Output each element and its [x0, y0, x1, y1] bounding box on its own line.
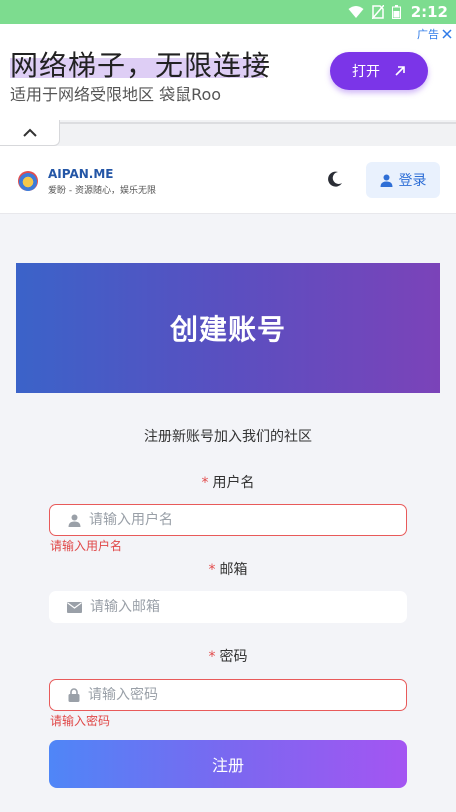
form-subtitle: 注册新账号加入我们的社区	[144, 429, 312, 445]
login-label: 登录	[398, 173, 427, 189]
wifi-icon	[348, 6, 364, 18]
collapse-ad-button[interactable]	[0, 120, 60, 146]
site-header: AIPAN.ME 爱盼 - 资源随心，娱乐无限 登录	[0, 146, 456, 214]
battery-icon	[391, 5, 401, 19]
username-input[interactable]	[89, 512, 369, 528]
envelope-icon	[67, 601, 82, 613]
email-label: * 邮箱	[0, 559, 456, 579]
ad-collapse-bar	[0, 120, 456, 146]
register-button[interactable]: 注册	[49, 740, 407, 788]
username-label: * 用户名	[0, 472, 456, 492]
required-mark: *	[201, 475, 209, 491]
status-time: 2:12	[410, 3, 448, 21]
status-icons: 2:12	[348, 3, 448, 21]
no-sim-icon	[371, 5, 384, 19]
email-input[interactable]	[90, 599, 370, 615]
password-error: 请输入密码	[50, 714, 111, 728]
password-label-text: 密码	[219, 649, 248, 665]
chevron-up-icon	[22, 128, 37, 137]
password-label: * 密码	[0, 646, 456, 666]
ad-subtitle: 适用于网络受限地区 袋鼠Roo	[10, 85, 222, 104]
ad-title: 网络梯子，无限连接	[10, 49, 272, 82]
required-mark: *	[208, 649, 216, 665]
login-button[interactable]: 登录	[366, 162, 440, 198]
username-label-text: 用户名	[212, 475, 255, 491]
required-mark: *	[208, 562, 216, 578]
hero-banner: 创建账号	[16, 263, 440, 393]
ad-badge[interactable]: 广告	[417, 26, 452, 42]
site-logo[interactable]	[18, 171, 38, 191]
password-field[interactable]	[49, 679, 407, 711]
divider	[60, 122, 456, 124]
email-label-text: 邮箱	[219, 562, 248, 578]
arrow-up-right-icon	[395, 66, 405, 76]
status-bar: 2:12	[0, 0, 456, 24]
page-title: 创建账号	[169, 313, 286, 346]
ad-open-button[interactable]: 打开	[330, 52, 428, 90]
username-field[interactable]	[49, 504, 407, 536]
close-icon[interactable]	[442, 29, 452, 39]
brand-slogan: 爱盼 - 资源随心，娱乐无限	[48, 186, 156, 196]
moon-icon[interactable]	[326, 170, 344, 188]
ad-open-label: 打开	[352, 64, 380, 80]
ad-banner[interactable]: 网络梯子，无限连接 适用于网络受限地区 袋鼠Roo 广告 打开	[0, 24, 456, 120]
email-field[interactable]	[49, 591, 407, 623]
user-icon	[380, 174, 392, 187]
lock-icon	[68, 688, 80, 702]
brand-name[interactable]: AIPAN.ME	[48, 167, 113, 181]
user-icon	[68, 514, 81, 527]
ad-badge-label: 广告	[417, 28, 439, 41]
password-input[interactable]	[88, 687, 368, 703]
username-error: 请输入用户名	[50, 539, 123, 553]
